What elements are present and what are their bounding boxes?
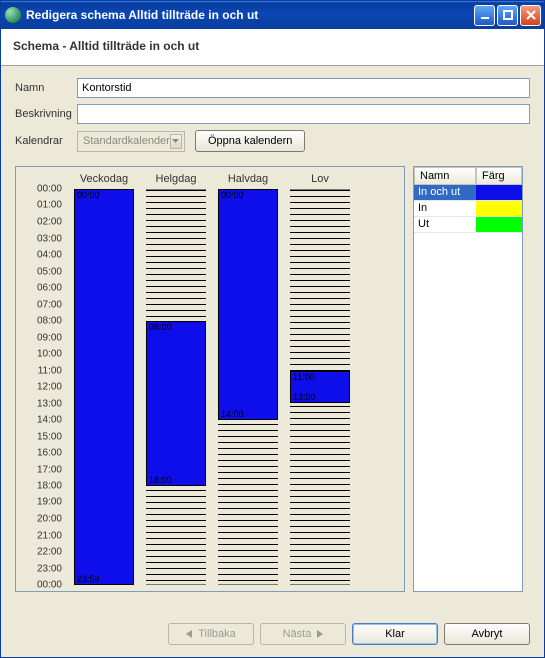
bar-end-label: 23:59 bbox=[77, 574, 100, 584]
chart-col-header: Halvdag bbox=[212, 171, 284, 189]
chevron-down-icon bbox=[170, 134, 182, 149]
legend-row[interactable]: Ut bbox=[414, 217, 522, 233]
page-title: Schema - Alltid tillträde in och ut bbox=[1, 29, 544, 66]
legend-row[interactable]: In bbox=[414, 201, 522, 217]
y-tick: 01:00 bbox=[37, 200, 62, 211]
y-tick: 17:00 bbox=[37, 464, 62, 475]
calendar-combo-value: Standardkalender bbox=[83, 135, 170, 147]
y-tick: 21:00 bbox=[37, 530, 62, 541]
y-tick: 03:00 bbox=[37, 233, 62, 244]
y-tick: 15:00 bbox=[37, 431, 62, 442]
titlebar[interactable]: Redigera schema Alltid tillträde in och … bbox=[1, 1, 544, 29]
y-tick: 04:00 bbox=[37, 249, 62, 260]
y-tick: 23:00 bbox=[37, 563, 62, 574]
legend-row[interactable]: In och ut bbox=[414, 185, 522, 201]
footer: Tillbaka Nästa Klar Avbryt bbox=[1, 611, 544, 657]
schedule-bar[interactable]: 00:00 23:59 bbox=[74, 189, 134, 585]
open-calendar-button[interactable]: Öppna kalendern bbox=[195, 130, 305, 152]
legend-header-color: Färg bbox=[476, 167, 522, 185]
name-input[interactable] bbox=[77, 78, 530, 98]
y-tick: 22:00 bbox=[37, 547, 62, 558]
chart-column[interactable]: 00:00 14:00 bbox=[212, 189, 284, 585]
y-tick: 00:00 bbox=[37, 580, 62, 591]
y-tick: 13:00 bbox=[37, 398, 62, 409]
app-icon bbox=[5, 7, 21, 23]
y-tick: 20:00 bbox=[37, 514, 62, 525]
schedule-bar[interactable]: 00:00 14:00 bbox=[218, 189, 278, 420]
y-tick: 07:00 bbox=[37, 299, 62, 310]
schedule-bar[interactable]: 08:00 18:00 bbox=[146, 321, 206, 486]
y-tick: 06:00 bbox=[37, 283, 62, 294]
legend-row-color bbox=[476, 217, 522, 232]
next-button-label: Nästa bbox=[283, 628, 312, 640]
window-frame: Redigera schema Alltid tillträde in och … bbox=[0, 0, 545, 658]
bar-start-label: 00:00 bbox=[221, 190, 244, 200]
legend-row-name: Ut bbox=[414, 217, 476, 232]
y-tick: 08:00 bbox=[37, 315, 62, 326]
y-tick: 05:00 bbox=[37, 266, 62, 277]
legend-row-color bbox=[476, 185, 522, 200]
y-tick: 14:00 bbox=[37, 415, 62, 426]
y-tick: 19:00 bbox=[37, 497, 62, 508]
back-button-label: Tillbaka bbox=[198, 628, 236, 640]
schedule-chart: VeckodagHelgdagHalvdagLov 00:00 01:00 02:0… bbox=[15, 166, 405, 592]
done-button[interactable]: Klar bbox=[352, 623, 438, 645]
next-button: Nästa bbox=[260, 623, 346, 645]
y-tick: 00:00 bbox=[37, 184, 62, 195]
close-button[interactable] bbox=[520, 5, 541, 26]
bar-start-label: 08:00 bbox=[149, 322, 172, 332]
bar-start-label: 00:00 bbox=[77, 190, 100, 200]
maximize-button[interactable] bbox=[497, 5, 518, 26]
y-tick: 12:00 bbox=[37, 382, 62, 393]
chart-col-header: Lov bbox=[284, 171, 356, 189]
back-button: Tillbaka bbox=[168, 623, 254, 645]
y-tick: 11:00 bbox=[38, 365, 62, 376]
minimize-button[interactable] bbox=[474, 5, 495, 26]
y-tick: 09:00 bbox=[37, 332, 62, 343]
bar-end-label: 18:00 bbox=[149, 475, 172, 485]
name-label: Namn bbox=[15, 82, 77, 94]
bar-end-label: 13:00 bbox=[293, 392, 316, 402]
form-area: Namn Beskrivning Kalendrar Standardkalen… bbox=[1, 66, 544, 166]
legend-row-color bbox=[476, 201, 522, 216]
description-label: Beskrivning bbox=[15, 108, 77, 120]
y-tick: 10:00 bbox=[37, 349, 62, 360]
cancel-button[interactable]: Avbryt bbox=[444, 623, 530, 645]
chart-column[interactable]: 11:00 13:00 bbox=[284, 189, 356, 585]
calendars-label: Kalendrar bbox=[15, 135, 77, 147]
y-tick: 16:00 bbox=[37, 447, 62, 458]
calendar-combo: Standardkalender bbox=[77, 131, 185, 152]
chart-column[interactable]: 00:00 23:59 bbox=[68, 189, 140, 585]
legend-row-name: In och ut bbox=[414, 185, 476, 200]
chart-col-header: Veckodag bbox=[68, 171, 140, 189]
legend-row-name: In bbox=[414, 201, 476, 216]
y-tick: 02:00 bbox=[37, 216, 62, 227]
schedule-bar[interactable]: 11:00 13:00 bbox=[290, 371, 350, 404]
description-input[interactable] bbox=[77, 104, 530, 124]
chart-col-header: Helgdag bbox=[140, 171, 212, 189]
bar-end-label: 14:00 bbox=[221, 409, 244, 419]
legend-header-name: Namn bbox=[414, 167, 476, 185]
bar-start-label: 11:00 bbox=[293, 372, 315, 382]
y-tick: 18:00 bbox=[37, 481, 62, 492]
legend-table: Namn Färg In och utInUt bbox=[413, 166, 523, 592]
chart-column[interactable]: 08:00 18:00 bbox=[140, 189, 212, 585]
window-title: Redigera schema Alltid tillträde in och … bbox=[26, 8, 474, 22]
